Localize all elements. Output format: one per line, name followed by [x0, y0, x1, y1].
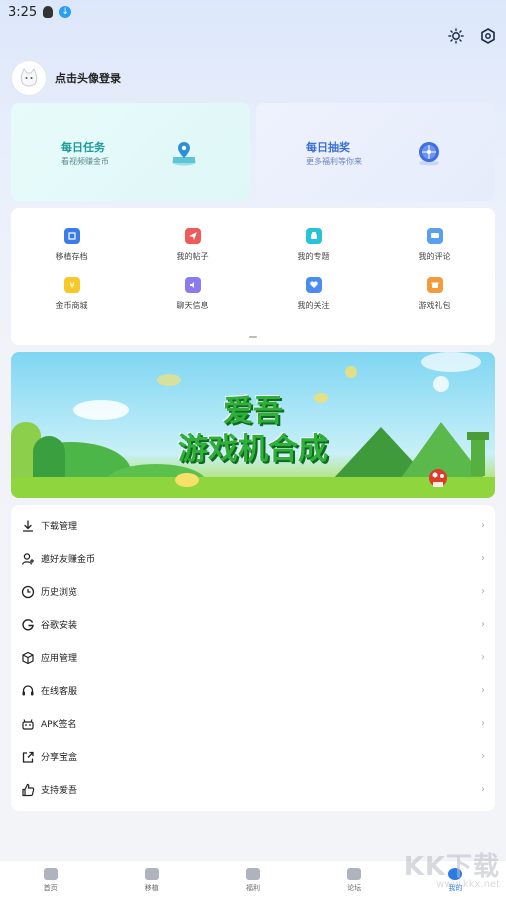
menu-item-online-support[interactable]: 在线客服 ›	[11, 674, 495, 707]
tab-label: 移植	[144, 883, 159, 892]
heart-icon	[305, 277, 322, 293]
topic-icon	[305, 228, 322, 244]
grid-item-my-posts[interactable]: 我的帖子	[132, 228, 253, 262]
theme-sun-icon[interactable]	[447, 27, 465, 45]
function-grid: 移植存档 我的帖子 我的专题 我的评论 ¥ 金币商城 聊天信息 我的关注 游戏礼	[11, 228, 495, 311]
menu-item-label: 下载管理	[41, 522, 78, 532]
coin-icon: ¥	[63, 277, 80, 293]
grid-item-my-follows[interactable]: 我的关注	[253, 277, 374, 311]
daily-lottery-title: 每日抽奖	[306, 141, 350, 154]
status-time: 3:25	[8, 4, 38, 20]
menu-item-label: 历史浏览	[41, 588, 78, 598]
menu-list: 下载管理 › 邀好友赚金币 › 历史浏览 › 谷歌安装 › 应用管理 › 在线客…	[11, 505, 495, 811]
menu-item-label: 谷歌安装	[41, 621, 78, 631]
tab-welfare[interactable]: 福利	[202, 861, 303, 899]
function-grid-card: 移植存档 我的帖子 我的专题 我的评论 ¥ 金币商城 聊天信息 我的关注 游戏礼	[11, 208, 495, 345]
headset-icon	[22, 684, 34, 695]
chevron-right-icon: ›	[481, 652, 485, 663]
save-icon	[63, 228, 80, 244]
grid-item-label: 我的评论	[418, 252, 451, 261]
chat-icon	[347, 867, 362, 880]
tab-forum[interactable]: 论坛	[304, 861, 405, 899]
menu-item-label: 邀好友赚金币	[41, 555, 96, 565]
chevron-right-icon: ›	[481, 553, 485, 564]
tab-label: 首页	[43, 883, 58, 892]
lottery-wheel-icon	[415, 139, 443, 167]
home-icon	[43, 867, 58, 880]
gift-icon	[246, 867, 260, 880]
status-bar: 3:25 ↓	[0, 0, 506, 24]
grid-item-my-comments[interactable]: 我的评论	[374, 228, 495, 262]
menu-item-download-manager[interactable]: 下载管理 ›	[11, 509, 495, 542]
grid-item-label: 我的关注	[297, 301, 330, 310]
watermark-brand: KK下载	[403, 852, 500, 882]
android-icon	[22, 718, 34, 730]
tab-home[interactable]: 首页	[0, 861, 101, 899]
menu-item-apk-sign[interactable]: APK签名 ›	[11, 707, 495, 740]
daily-task-subtitle: 看视频赚金币	[61, 157, 109, 166]
grid-item-label: 聊天信息	[176, 301, 209, 310]
grid-item-label: 我的帖子	[176, 252, 209, 261]
download-icon	[22, 519, 34, 532]
menu-item-label: APK签名	[41, 720, 77, 730]
avatar[interactable]	[11, 60, 47, 96]
gift-icon	[426, 277, 443, 293]
menu-item-google-install[interactable]: 谷歌安装 ›	[11, 608, 495, 641]
menu-item-label: 在线客服	[41, 687, 78, 697]
paper-plane-icon	[184, 228, 201, 244]
grid-item-label: 游戏礼包	[418, 301, 451, 310]
user-add-icon	[21, 552, 34, 565]
share-icon	[22, 751, 34, 763]
menu-item-label: 应用管理	[41, 654, 78, 664]
grid-item-chat-messages[interactable]: 聊天信息	[132, 277, 253, 311]
google-icon	[22, 618, 34, 630]
speaker-icon	[184, 277, 201, 293]
grid-item-coin-mall[interactable]: ¥ 金币商城	[11, 277, 132, 311]
top-actions	[447, 27, 497, 45]
menu-item-history[interactable]: 历史浏览 ›	[11, 575, 495, 608]
chevron-right-icon: ›	[481, 718, 485, 729]
daily-task-title: 每日任务	[61, 141, 105, 154]
chevron-right-icon: ›	[481, 586, 485, 597]
grid-item-game-gifts[interactable]: 游戏礼包	[374, 277, 495, 311]
chevron-right-icon: ›	[481, 685, 485, 696]
menu-item-label: 支持爱吾	[41, 786, 78, 796]
menu-item-label: 分享宝盒	[41, 753, 78, 763]
banner-title-line2: 游戏机合成	[178, 432, 328, 467]
profile-login[interactable]: 点击头像登录	[11, 60, 121, 96]
comment-icon	[426, 228, 443, 244]
tab-label: 论坛	[347, 883, 362, 892]
promo-banner[interactable]: 爱吾 游戏机合成	[11, 352, 495, 498]
tab-label: 福利	[246, 883, 260, 892]
login-prompt[interactable]: 点击头像登录	[55, 70, 121, 86]
daily-lottery-subtitle: 更多福利等你来	[306, 157, 362, 166]
daily-task-card[interactable]: 每日任务 看视频赚金币	[11, 103, 250, 201]
chevron-right-icon: ›	[481, 751, 485, 762]
clock-icon	[21, 585, 35, 598]
grid-item-save-transfer[interactable]: 移植存档	[11, 228, 132, 262]
chevron-right-icon: ›	[481, 520, 485, 531]
chevron-right-icon: ›	[481, 619, 485, 630]
menu-item-invite-friends[interactable]: 邀好友赚金币 ›	[11, 542, 495, 575]
download-notification-icon: ↓	[59, 6, 72, 18]
grid-item-my-topics[interactable]: 我的专题	[253, 228, 374, 262]
daily-lottery-card[interactable]: 每日抽奖 更多福利等你来	[256, 103, 495, 201]
thumbs-up-icon	[22, 783, 35, 796]
watermark: KK下载 www.kkx.net	[404, 846, 500, 890]
cube-icon	[22, 651, 34, 664]
menu-item-share-box[interactable]: 分享宝盒 ›	[11, 740, 495, 773]
qq-icon	[43, 6, 54, 18]
page-indicator	[249, 336, 257, 338]
tab-port[interactable]: 移植	[101, 861, 202, 899]
map-pin-icon	[170, 139, 198, 167]
grid-item-label: 金币商城	[55, 301, 88, 310]
menu-item-app-manager[interactable]: 应用管理 ›	[11, 641, 495, 674]
grid-item-label: 我的专题	[297, 252, 330, 261]
grid-item-label: 移植存档	[55, 252, 88, 261]
chevron-right-icon: ›	[481, 784, 485, 795]
gamepad-icon	[144, 867, 159, 880]
settings-gear-icon[interactable]	[479, 27, 497, 45]
svg-text:¥: ¥	[69, 281, 74, 290]
menu-item-support-aiwu[interactable]: 支持爱吾 ›	[11, 773, 495, 806]
